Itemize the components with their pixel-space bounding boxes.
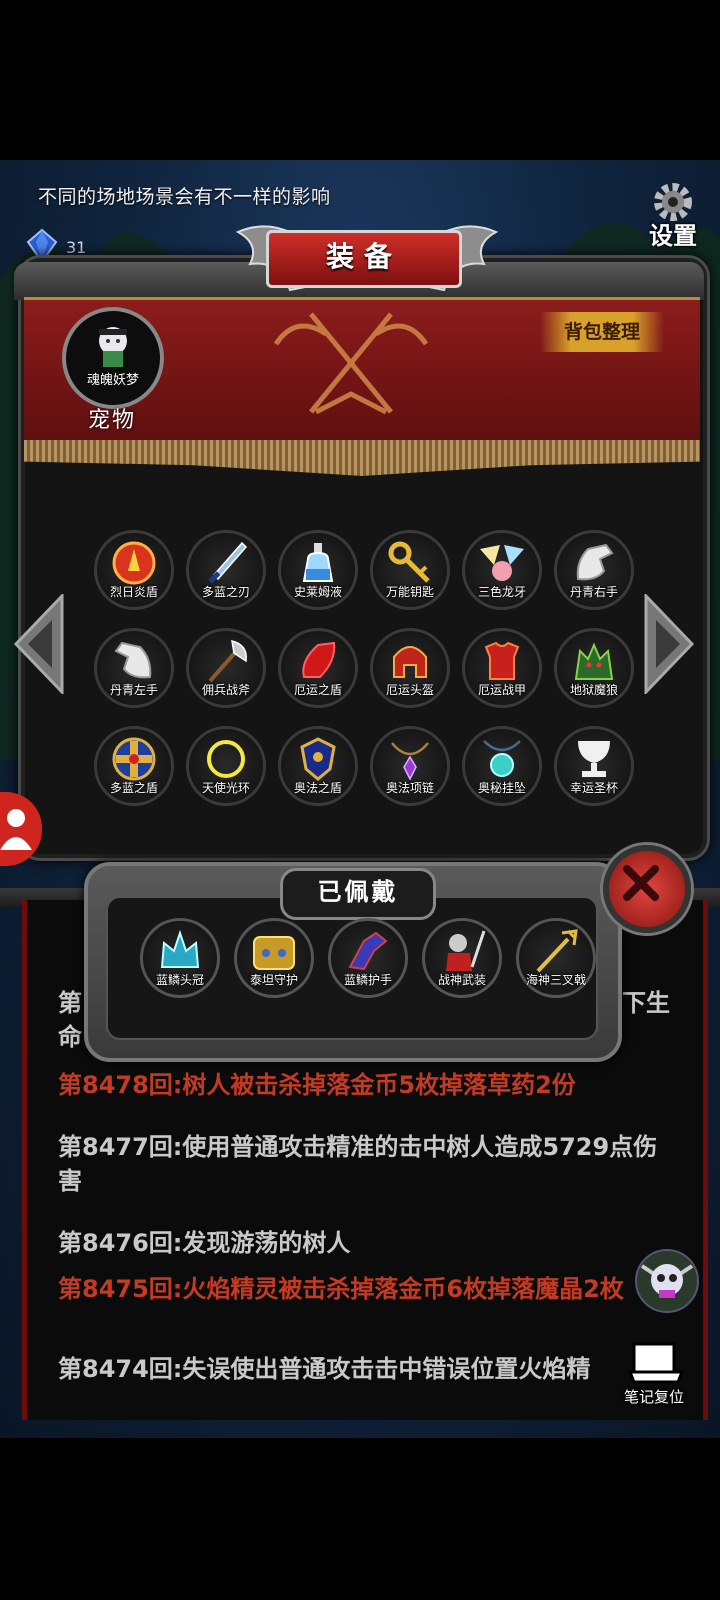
panel-title: 装备: [266, 230, 462, 288]
lucky-grail-icon: [578, 741, 610, 777]
item-label: 奥秘挂坠: [477, 781, 526, 795]
pet-label: 宠物: [87, 408, 136, 433]
item-label: 佣兵战斧: [201, 683, 250, 697]
item-label: 万能钥匙: [385, 585, 434, 599]
note-reset-label: 笔记复位: [624, 1388, 685, 1406]
equipment-slot[interactable]: 幸运圣杯: [554, 726, 634, 806]
blue-crown-icon: [160, 929, 200, 968]
item-label: 烈日炎盾: [109, 585, 158, 599]
blue-gauntlet-icon: [348, 931, 388, 971]
tricolor-fang-icon: [480, 545, 524, 581]
red-helmet-icon: [393, 646, 427, 678]
log-line: 第8474回:失误使出普通攻击击中错误位置火焰精: [58, 1355, 591, 1383]
log-line: 第8477回:使用普通攻击精准的击中树人造成5729点伤害: [58, 1133, 658, 1195]
equipment-slot[interactable]: 三色龙牙: [462, 530, 542, 610]
hell-wolf-icon: [574, 642, 614, 680]
item-label: 多蓝之盾: [109, 781, 158, 795]
pet-sprite-icon: [99, 327, 127, 367]
log-line: 第8476回:发现游荡的树人: [58, 1229, 351, 1257]
next-page-arrow-icon[interactable]: [644, 594, 696, 694]
equipment-slot[interactable]: 厄运头盔: [370, 628, 450, 708]
person-icon: [0, 809, 32, 850]
equipment-slot[interactable]: 奥秘挂坠: [462, 726, 542, 806]
red-sun-shield-icon: [112, 541, 156, 585]
arcane-shield-icon: [300, 737, 336, 781]
blue-round-shield-icon: [112, 737, 156, 781]
prev-page-arrow-icon[interactable]: [12, 594, 64, 694]
red-shield-icon: [302, 641, 336, 678]
equipment-slot[interactable]: 地狱魔狼: [554, 628, 634, 708]
note-reset-button[interactable]: 笔记复位: [624, 1340, 700, 1406]
item-label: 丹青左手: [109, 683, 158, 697]
item-label: 幸运圣杯: [569, 781, 618, 795]
pet-slot[interactable]: 魂魄妖梦: [62, 307, 164, 409]
equipment-slot[interactable]: 史莱姆液: [278, 530, 358, 610]
angel-halo-icon: [207, 740, 245, 778]
item-label: 厄运战甲: [477, 683, 526, 697]
item-label: 奥法之盾: [293, 781, 342, 795]
slime-potion-icon: [302, 543, 334, 582]
skull-boss-icon[interactable]: [634, 1248, 700, 1314]
worn-item-label: 蓝鳞护手: [343, 973, 392, 987]
bag-sort-button[interactable]: 背包整理: [540, 312, 664, 352]
worn-slot[interactable]: 战神武装: [422, 918, 502, 998]
nav-bar-area: [0, 1438, 720, 1600]
battle-axe-icon: [208, 639, 247, 683]
item-label: 三色龙牙: [477, 585, 526, 599]
worn-item-label: 蓝鳞头冠: [155, 973, 204, 987]
item-label: 厄运头盔: [385, 683, 434, 697]
pet-name: 魂魄妖梦: [86, 373, 139, 388]
log-line-partial: 下生: [622, 989, 670, 1017]
settings-label: 设置: [649, 222, 697, 250]
mystic-pendant-icon: [483, 740, 521, 777]
golden-key-icon: [388, 541, 430, 583]
equipment-slot[interactable]: 万能钥匙: [370, 530, 450, 610]
equipment-slot[interactable]: 奥法之盾: [278, 726, 358, 806]
white-glove-left-icon: [114, 641, 152, 679]
equipment-slot[interactable]: 奥法项链: [370, 726, 450, 806]
crossed-swords-emblem-icon: [273, 312, 429, 415]
worn-slot[interactable]: 蓝鳞护手: [328, 918, 408, 998]
red-armor-icon: [484, 641, 520, 680]
equipment-slot[interactable]: 烈日炎盾: [94, 530, 174, 610]
worn-slot[interactable]: 蓝鳞头冠: [140, 918, 220, 998]
equipment-slot[interactable]: 佣兵战斧: [186, 628, 266, 708]
equipment-slot[interactable]: 多蓝之盾: [94, 726, 174, 806]
worn-item-label: 战神武装: [437, 973, 486, 987]
worn-item-label: 海神三叉戟: [525, 973, 586, 987]
settings-button[interactable]: 设置: [636, 180, 710, 250]
close-icon: [623, 865, 659, 901]
blue-blade-icon: [208, 541, 248, 584]
notebook-icon: [628, 1342, 684, 1384]
item-label: 多蓝之刃: [201, 585, 250, 599]
worn-title: 已佩戴: [280, 868, 436, 920]
equipment-slot[interactable]: 丹青右手: [554, 530, 634, 610]
item-label: 地狱魔狼: [569, 683, 618, 697]
worn-slot[interactable]: 泰坦守护: [234, 918, 314, 998]
equipment-slot[interactable]: 丹青左手: [94, 628, 174, 708]
titan-armor-icon: [253, 936, 295, 970]
white-glove-right-icon: [576, 543, 614, 581]
item-label: 天使光环: [201, 781, 250, 795]
equipment-slot[interactable]: 厄运战甲: [462, 628, 542, 708]
item-label: 奥法项链: [385, 781, 434, 795]
item-label: 厄运之盾: [293, 683, 342, 697]
equipment-slot[interactable]: 厄运之盾: [278, 628, 358, 708]
item-label: 史莱姆液: [293, 585, 342, 599]
equipment-slot[interactable]: 多蓝之刃: [186, 530, 266, 610]
log-line: 第8475回:火焰精灵被击杀掉落金币6枚掉落魔晶2枚: [58, 1275, 624, 1303]
worn-item-label: 泰坦守护: [249, 973, 298, 987]
scene-tip: 不同的场地场景会有不一样的影响: [38, 186, 331, 208]
status-bar-area: [0, 0, 720, 160]
war-god-icon: [446, 930, 486, 971]
close-button[interactable]: [603, 845, 691, 933]
trident-icon: [536, 929, 578, 973]
worn-slot[interactable]: 海神三叉戟: [516, 918, 596, 998]
item-label: 丹青右手: [569, 585, 618, 599]
log-line: 第8478回:树人被击杀掉落金币5枚掉落草药2份: [58, 1071, 576, 1099]
equipment-slot[interactable]: 天使光环: [186, 726, 266, 806]
arcane-necklace-icon: [391, 742, 429, 781]
